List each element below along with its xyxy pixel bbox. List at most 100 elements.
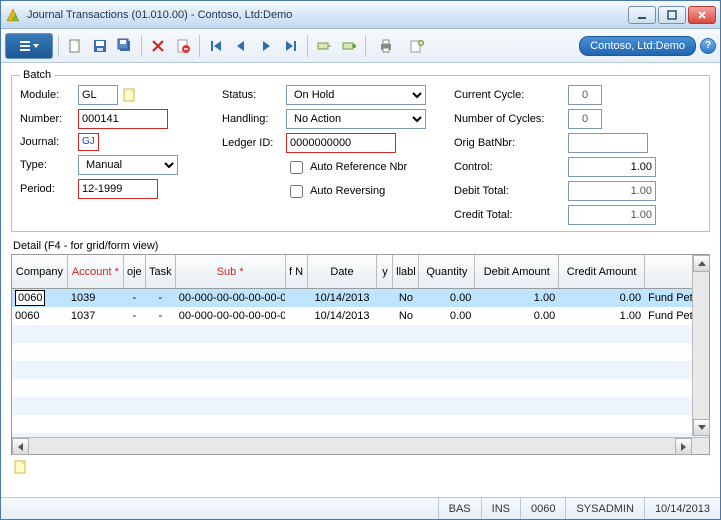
batch-fieldset: Batch Module: Number: Journal: GJ Type: … xyxy=(11,69,710,232)
cell-sub[interactable]: 00-000-00-00-00-00-0 xyxy=(176,292,286,304)
delete-button[interactable] xyxy=(147,35,169,57)
table-row-empty xyxy=(12,397,709,415)
status-bar: BAS INS 0060 SYSADMIN 10/14/2013 xyxy=(1,497,720,519)
cell-oje[interactable]: - xyxy=(124,310,146,322)
print-button[interactable] xyxy=(371,35,403,57)
auto-ref-label: Auto Reference Nbr xyxy=(310,161,407,173)
vertical-scrollbar[interactable] xyxy=(692,255,709,436)
origbat-label: Orig BatNbr: xyxy=(454,137,564,149)
journal-field[interactable]: GJ xyxy=(78,133,99,151)
cell-qty[interactable]: 0.00 xyxy=(419,310,475,322)
note-icon[interactable] xyxy=(122,87,138,103)
cell-task[interactable]: - xyxy=(146,292,176,304)
col-debit[interactable]: Debit Amount xyxy=(475,255,559,288)
close-button[interactable] xyxy=(688,6,716,24)
cell-date[interactable]: 10/14/2013 xyxy=(308,310,378,322)
status-code: 0060 xyxy=(520,498,565,519)
title-bar: Journal Transactions (01.010.00) - Conto… xyxy=(1,1,720,29)
horizontal-scrollbar[interactable] xyxy=(12,437,709,454)
period-field[interactable] xyxy=(78,179,158,199)
cell-account[interactable]: 1039 xyxy=(68,292,124,304)
new-button[interactable] xyxy=(64,35,86,57)
ledger-field[interactable] xyxy=(286,133,396,153)
col-oje[interactable]: oje xyxy=(124,255,146,288)
col-llabl[interactable]: llabl xyxy=(393,255,419,288)
col-company[interactable]: Company xyxy=(12,255,68,288)
number-field[interactable] xyxy=(78,109,168,129)
save-all-button[interactable] xyxy=(114,35,136,57)
col-task[interactable]: Task xyxy=(146,255,176,288)
cell-credit[interactable]: 0.00 xyxy=(559,292,645,304)
cell-company[interactable]: 0060 xyxy=(12,290,68,306)
status-select[interactable]: On Hold xyxy=(286,85,426,105)
cell-task[interactable]: - xyxy=(146,310,176,322)
app-menu-button[interactable] xyxy=(5,33,53,59)
col-date[interactable]: Date xyxy=(308,255,378,288)
save-button[interactable] xyxy=(89,35,111,57)
table-row[interactable]: 00601039--00-000-00-00-00-00-010/14/2013… xyxy=(12,289,709,307)
nav-last-button[interactable] xyxy=(280,35,302,57)
module-label: Module: xyxy=(20,89,74,101)
auto-ref-checkbox[interactable]: Auto Reference Nbr xyxy=(286,157,436,177)
status-ins: INS xyxy=(481,498,520,519)
journal-label: Journal: xyxy=(20,136,74,148)
cancel-button[interactable] xyxy=(172,35,194,57)
toolbar-action-1[interactable] xyxy=(313,35,335,57)
col-qty[interactable]: Quantity xyxy=(419,255,475,288)
col-fn[interactable]: f N xyxy=(286,255,308,288)
auto-rev-checkbox[interactable]: Auto Reversing xyxy=(286,181,436,201)
cell-llabl[interactable]: No xyxy=(393,292,419,304)
help-button[interactable]: ? xyxy=(700,38,716,54)
cell-debit[interactable]: 0.00 xyxy=(475,310,559,322)
numcycles-field xyxy=(568,109,602,129)
cell-llabl[interactable]: No xyxy=(393,310,419,322)
cell-credit[interactable]: 1.00 xyxy=(559,310,645,322)
cell-sub[interactable]: 00-000-00-00-00-00-0 xyxy=(176,310,286,322)
ledger-label: Ledger ID: xyxy=(222,137,282,149)
cell-account[interactable]: 1037 xyxy=(68,310,124,322)
control-label: Control: xyxy=(454,161,564,173)
grid-note-icon[interactable] xyxy=(13,459,29,475)
credittot-label: Credit Total: xyxy=(454,209,564,221)
col-y[interactable]: y xyxy=(377,255,393,288)
scroll-down-button[interactable] xyxy=(693,419,710,436)
scroll-up-button[interactable] xyxy=(693,255,710,272)
table-row[interactable]: 00601037--00-000-00-00-00-00-010/14/2013… xyxy=(12,307,709,325)
detail-label: Detail (F4 - for grid/form view) xyxy=(13,240,710,252)
status-date: 10/14/2013 xyxy=(644,498,720,519)
number-label: Number: xyxy=(20,113,74,125)
status-bas: BAS xyxy=(438,498,481,519)
cell-company[interactable]: 0060 xyxy=(12,310,68,322)
nav-prev-button[interactable] xyxy=(230,35,252,57)
detail-grid[interactable]: Company Account * oje Task Sub * f N Dat… xyxy=(11,254,710,455)
col-credit[interactable]: Credit Amount xyxy=(559,255,645,288)
cell-qty[interactable]: 0.00 xyxy=(419,292,475,304)
content-area: Batch Module: Number: Journal: GJ Type: … xyxy=(1,63,720,497)
grid-body[interactable]: 00601039--00-000-00-00-00-00-010/14/2013… xyxy=(12,289,709,437)
company-pill[interactable]: Contoso, Ltd:Demo xyxy=(579,36,696,56)
control-field[interactable] xyxy=(568,157,656,177)
module-field[interactable] xyxy=(78,85,118,105)
toolbar-action-2[interactable] xyxy=(338,35,360,57)
status-user: SYSADMIN xyxy=(565,498,643,519)
minimize-button[interactable] xyxy=(628,6,656,24)
type-select[interactable]: Manual xyxy=(78,155,178,175)
scroll-left-button[interactable] xyxy=(12,438,29,455)
cell-date[interactable]: 10/14/2013 xyxy=(308,292,378,304)
nav-next-button[interactable] xyxy=(255,35,277,57)
cell-debit[interactable]: 1.00 xyxy=(475,292,559,304)
batch-legend: Batch xyxy=(20,69,54,81)
handling-select[interactable]: No Action xyxy=(286,109,426,129)
table-row-empty xyxy=(12,361,709,379)
caret-down-icon xyxy=(33,44,39,48)
col-account[interactable]: Account * xyxy=(68,255,124,288)
toolbar-action-3[interactable] xyxy=(406,35,428,57)
status-label: Status: xyxy=(222,89,282,101)
scroll-right-button[interactable] xyxy=(675,438,692,455)
table-row-empty xyxy=(12,325,709,343)
nav-first-button[interactable] xyxy=(205,35,227,57)
debittot-label: Debit Total: xyxy=(454,185,564,197)
maximize-button[interactable] xyxy=(658,6,686,24)
col-sub[interactable]: Sub * xyxy=(176,255,286,288)
cell-oje[interactable]: - xyxy=(124,292,146,304)
